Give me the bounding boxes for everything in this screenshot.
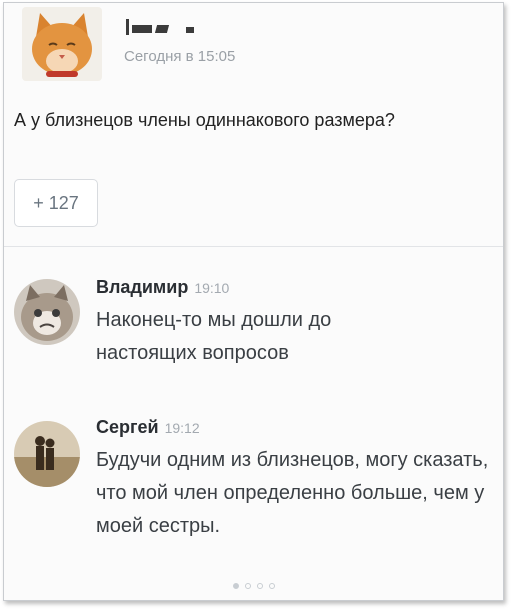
post-timestamp: Сегодня в 15:05 [124,48,236,65]
like-button[interactable]: + 127 [14,179,98,227]
comment-author-name[interactable]: Владимир [96,277,188,297]
post-author-avatar[interactable] [22,7,102,81]
comment-time: 19:12 [164,420,200,436]
post-author-name-redacted[interactable] [124,15,284,39]
couple-silhouette-avatar-icon[interactable] [14,421,80,487]
comment-text: Будучи одним из близнецов, могу сказать,… [96,449,489,537]
pagination-dot[interactable] [244,583,251,589]
screenshot-frame: Сегодня в 15:05 А у близнецов члены один… [3,2,504,601]
pagination-dot[interactable] [268,583,275,589]
comment-author-name[interactable]: Сергей [96,417,159,437]
pagination-dot[interactable] [256,583,263,589]
pagination-dots [4,583,503,589]
like-count: + 127 [33,192,79,213]
comment-text: Наконец-то мы дошли до настоящих вопросо… [96,309,332,364]
post-text: А у близнецов члены одиннакового размера… [14,110,395,130]
comment-time: 19:10 [194,280,230,296]
cat-avatar-icon [22,7,102,81]
pagination-dot[interactable] [232,583,239,589]
divider [4,246,503,247]
grumpy-cat-avatar-icon[interactable] [14,279,80,345]
